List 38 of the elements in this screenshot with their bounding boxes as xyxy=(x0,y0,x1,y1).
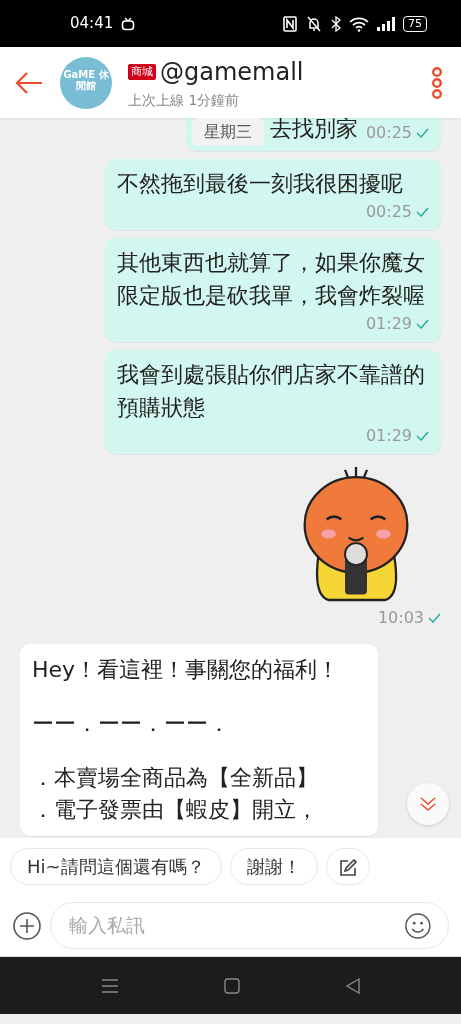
scroll-down-button[interactable] xyxy=(407,783,449,825)
quick-reply-button[interactable]: Hi~請問這個還有嗎？ xyxy=(10,848,222,885)
message-text: ーー．ーー．ーー． xyxy=(32,709,231,738)
tv-icon xyxy=(121,16,136,31)
message-text: 不然拖到最後一刻我很困擾呢 xyxy=(117,170,404,198)
shop-avatar: GaME 休閒館 xyxy=(60,56,112,109)
chat-title: @gamemall xyxy=(160,57,304,88)
wifi-icon xyxy=(349,15,369,32)
message-time: 01:29 xyxy=(365,425,412,447)
message-time: 01:29 xyxy=(365,313,412,335)
battery-indicator: 75 xyxy=(403,15,427,32)
muted-bell-icon xyxy=(305,15,323,32)
quick-reply-button[interactable]: 謝謝！ xyxy=(229,848,318,885)
date-label: 星期三 xyxy=(192,118,264,146)
double-chevron-icon xyxy=(419,796,437,812)
last-seen-text: 上次上線 1分鐘前 xyxy=(128,91,241,110)
message-text: Hey！看這裡！事關您的福利！ xyxy=(32,656,341,684)
back-arrow-icon[interactable] xyxy=(14,70,44,95)
mall-label: 商城 xyxy=(128,63,156,81)
status-time: 04:41 xyxy=(70,13,114,35)
bluetooth-icon xyxy=(331,15,341,32)
edit-icon xyxy=(338,859,357,877)
message-time: 00:25 xyxy=(365,122,412,144)
message-time: 10:03 xyxy=(377,607,424,629)
add-icon[interactable] xyxy=(12,910,42,941)
menu-icon[interactable] xyxy=(100,977,119,994)
edit-replies-button[interactable] xyxy=(325,848,370,885)
back-icon[interactable] xyxy=(344,977,361,994)
message-time: 00:25 xyxy=(365,201,412,223)
emoji-icon[interactable] xyxy=(404,910,432,941)
nfc-icon xyxy=(283,15,297,32)
message-text: 去找別家 xyxy=(269,115,358,143)
signal-icon xyxy=(377,16,395,31)
more-options-icon[interactable] xyxy=(431,66,443,99)
message-text: 我會到處張貼你們店家不靠譜的預購狀態 xyxy=(117,361,426,422)
message-text: ．本賣場全商品為【全新品】 ．電子發票由【蝦皮】開立， xyxy=(32,763,319,824)
message-text: 其他東西也就算了，如果你魔女限定版也是砍我單，我會炸裂喔 xyxy=(117,249,426,310)
home-icon[interactable] xyxy=(223,977,240,994)
